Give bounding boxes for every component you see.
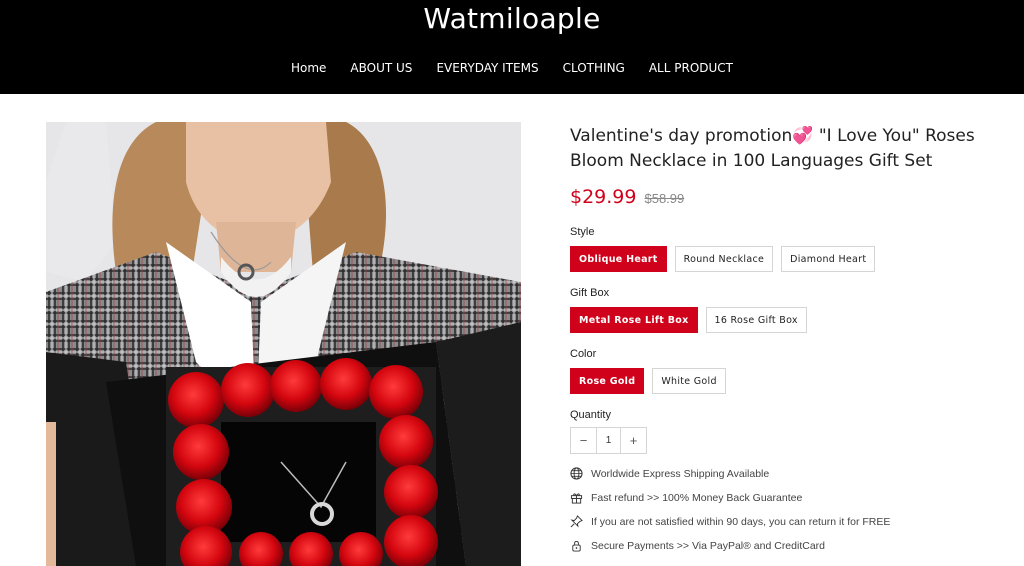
quantity-label: Quantity [570, 409, 611, 421]
style-option-oblique-heart[interactable]: Oblique Heart [570, 246, 667, 272]
quantity-decrease-button[interactable]: − [571, 428, 596, 453]
style-options: Oblique Heart Round Necklace Diamond Hea… [570, 246, 876, 272]
feature-return-text: If you are not satisfied within 90 days,… [591, 515, 891, 528]
color-label: Color [570, 348, 597, 360]
feature-shipping-text: Worldwide Express Shipping Available [591, 467, 770, 480]
pin-icon [570, 515, 583, 528]
feature-shipping: Worldwide Express Shipping Available [570, 467, 769, 480]
color-options: Rose Gold White Gold [570, 368, 726, 394]
feature-refund: Fast refund >> 100% Money Back Guarantee [570, 491, 802, 504]
gift-box-option-metal-rose-lift-box[interactable]: Metal Rose Lift Box [570, 307, 698, 333]
title-text-part1: Valentine's day promotion [570, 126, 793, 146]
nav-everyday-items[interactable]: EVERYDAY ITEMS [424, 61, 550, 75]
gift-box-label: Gift Box [570, 287, 610, 299]
price-block: $29.99 $58.99 [570, 186, 684, 208]
brand-logo[interactable]: Watmiloaple [0, 2, 1024, 35]
hearts-icon: 💞 [792, 126, 814, 146]
style-option-round-necklace[interactable]: Round Necklace [674, 246, 774, 272]
gift-box-option-16-rose-gift-box[interactable]: 16 Rose Gift Box [705, 307, 807, 333]
product-photo-illustration [46, 122, 521, 566]
compare-price: $58.99 [644, 191, 685, 206]
feature-payment-text: Secure Payments >> Via PayPal® and Credi… [591, 539, 825, 552]
feature-payment: Secure Payments >> Via PayPal® and Credi… [570, 539, 825, 552]
quantity-input[interactable]: 1 [596, 428, 621, 453]
feature-return: If you are not satisfied within 90 days,… [570, 515, 890, 528]
gift-icon [570, 493, 583, 504]
quantity-increase-button[interactable]: + [621, 428, 646, 453]
style-label: Style [570, 226, 595, 238]
globe-icon [570, 467, 583, 480]
nav-all-product[interactable]: ALL PRODUCT [637, 61, 745, 75]
main-nav: Home ABOUT US EVERYDAY ITEMS CLOTHING AL… [0, 61, 1024, 75]
nav-home[interactable]: Home [279, 61, 338, 75]
style-option-diamond-heart[interactable]: Diamond Heart [781, 246, 876, 272]
nav-clothing[interactable]: CLOTHING [551, 61, 637, 75]
lock-icon [572, 540, 581, 552]
quantity-stepper: − 1 + [570, 427, 647, 454]
gift-box-options: Metal Rose Lift Box 16 Rose Gift Box [570, 307, 807, 333]
feature-refund-text: Fast refund >> 100% Money Back Guarantee [591, 491, 803, 504]
color-option-white-gold[interactable]: White Gold [652, 368, 726, 394]
product-title: Valentine's day promotion💞 "I Love You" … [570, 124, 1010, 174]
sale-price: $29.99 [570, 186, 637, 208]
site-header: Watmiloaple Home ABOUT US EVERYDAY ITEMS… [0, 0, 1024, 94]
color-option-rose-gold[interactable]: Rose Gold [570, 368, 645, 394]
nav-about-us[interactable]: ABOUT US [338, 61, 424, 75]
product-image[interactable] [46, 122, 521, 566]
